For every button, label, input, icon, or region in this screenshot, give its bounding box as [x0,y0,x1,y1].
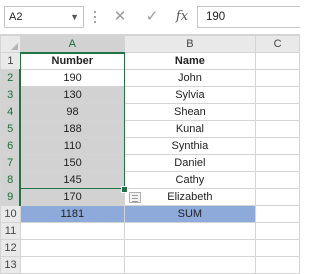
column-header-c[interactable]: C [255,35,300,53]
cell-a10[interactable]: 1181 [19,205,125,223]
row-header[interactable]: 5 [0,120,22,138]
cell-a2[interactable]: 190 [19,69,125,87]
cell-a11[interactable] [19,222,125,240]
cell-c2[interactable] [255,69,300,87]
name-box-value: A2 [9,11,23,23]
name-box[interactable]: A2 ▼ [4,6,84,28]
formula-bar: A2 ▼ ✕ ✓ fx 190 [0,0,300,34]
cell-b6[interactable]: Synthia [123,137,257,155]
cell-c8[interactable] [255,171,300,189]
cell-b1[interactable]: Name [123,52,257,70]
cell-b10[interactable]: SUM [123,205,257,223]
cell-b9[interactable]: Elizabeth [123,188,257,206]
cell-c11[interactable] [255,222,300,240]
chevron-down-icon[interactable]: ▼ [70,7,79,27]
cell-a1[interactable]: Number [19,52,125,70]
cell-b8[interactable]: Cathy [123,171,257,189]
cell-a7[interactable]: 150 [19,154,125,172]
cell-c1[interactable] [255,52,300,70]
fill-handle[interactable] [121,186,128,193]
cell-b12[interactable] [123,239,257,257]
cell-c5[interactable] [255,120,300,138]
cell-b4[interactable]: Shean [123,103,257,121]
row-header[interactable]: 11 [0,222,21,240]
cell-c12[interactable] [255,239,300,257]
quick-analysis-icon[interactable] [129,192,141,203]
row-header[interactable]: 1 [0,52,21,70]
cell-b3[interactable]: Sylvia [123,86,257,104]
cell-b13[interactable] [123,256,257,274]
cell-a9[interactable]: 170 [19,188,125,206]
cell-b2[interactable]: John [123,69,257,87]
cell-a6[interactable]: 110 [19,137,125,155]
row-header[interactable]: 10 [0,205,21,223]
cell-a12[interactable] [19,239,125,257]
cell-a4[interactable]: 98 [19,103,125,121]
formula-input[interactable]: 190 [197,6,300,28]
cell-c13[interactable] [255,256,300,274]
row-header[interactable]: 4 [0,103,22,121]
enter-icon[interactable]: ✓ [140,6,164,28]
row-header[interactable]: 8 [0,171,22,189]
worksheet-grid: A B C 1 Number Name 2 190 John 3 130 Syl… [0,35,300,274]
row-header[interactable]: 12 [0,239,21,257]
select-all-button[interactable] [0,35,21,53]
row-header[interactable]: 9 [0,188,22,206]
insert-function-button[interactable]: fx [170,6,194,28]
cell-c3[interactable] [255,86,300,104]
cell-a5[interactable]: 188 [19,120,125,138]
cell-c7[interactable] [255,154,300,172]
column-header-a[interactable]: A [19,35,125,54]
cell-a8[interactable]: 145 [19,171,125,189]
row-header[interactable]: 13 [0,256,21,274]
cell-b7[interactable]: Daniel [123,154,257,172]
row-header[interactable]: 3 [0,86,22,104]
resize-dots-icon[interactable] [92,8,98,26]
column-header-b[interactable]: B [123,35,257,53]
cell-c10[interactable] [255,205,300,223]
row-header[interactable]: 7 [0,154,22,172]
cell-a13[interactable] [19,256,125,274]
row-header[interactable]: 2 [0,69,22,87]
cell-b11[interactable] [123,222,257,240]
cell-c6[interactable] [255,137,300,155]
cell-a3[interactable]: 130 [19,86,125,104]
cell-c9[interactable] [255,188,300,206]
cell-c4[interactable] [255,103,300,121]
row-header[interactable]: 6 [0,137,22,155]
cancel-icon[interactable]: ✕ [108,6,132,28]
cell-b5[interactable]: Kunal [123,120,257,138]
